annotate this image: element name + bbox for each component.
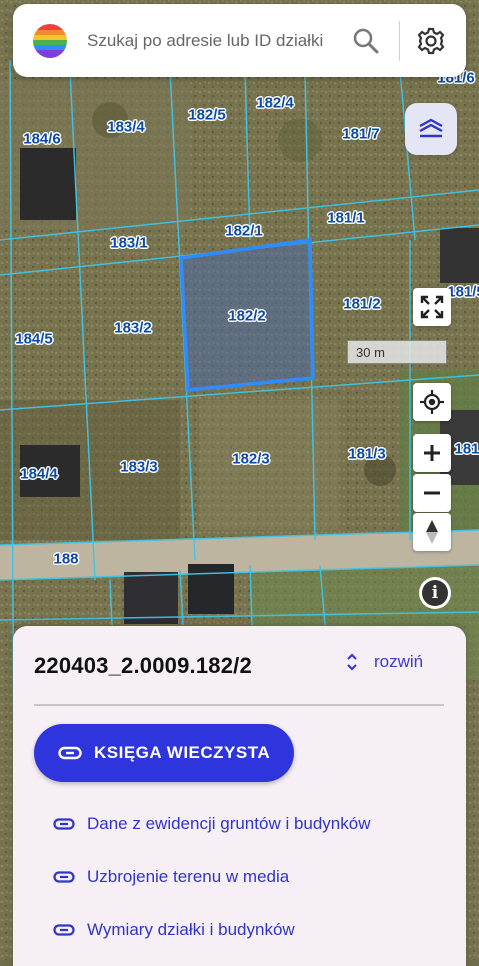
map-scale: 30 m	[347, 340, 447, 364]
link-label[interactable]: Uzbrojenie terenu w media	[87, 867, 289, 887]
parcel-label[interactable]: 182/1	[225, 223, 263, 240]
zoom-in-icon	[424, 445, 440, 461]
locate-icon	[420, 390, 444, 414]
parcel-label[interactable]: 182/4	[256, 95, 294, 112]
search-bar	[13, 4, 466, 77]
parcel-id-title: 220403_2.0009.182/2	[34, 653, 252, 678]
parcel-label[interactable]: 181/7	[342, 126, 380, 143]
expand-label[interactable]: rozwiń	[374, 652, 423, 672]
search-divider	[399, 20, 400, 61]
expand-chevrons-icon	[347, 653, 357, 671]
link-utilities[interactable]: Uzbrojenie terenu w media	[53, 867, 289, 887]
layers-icon	[419, 118, 443, 138]
panel-divider	[34, 704, 444, 706]
parcel-label[interactable]: 183/4	[107, 119, 145, 136]
link-icon	[53, 818, 75, 830]
info-button[interactable]: i	[419, 577, 451, 609]
parcel-label[interactable]: 181	[454, 441, 479, 458]
compass-button[interactable]	[413, 513, 451, 551]
info-icon: i	[422, 580, 448, 606]
link-label[interactable]: Dane z ewidencji gruntów i budynków	[87, 814, 371, 834]
parcel-label[interactable]: 184/6	[23, 131, 61, 148]
link-dimensions[interactable]: Wymiary działki i budynków	[53, 920, 295, 940]
rainbow-logo-icon[interactable]	[33, 23, 67, 58]
parcel-label-selected[interactable]: 182/2	[228, 308, 266, 325]
parcel-label[interactable]: 183/2	[114, 320, 152, 337]
zoom-out-button[interactable]	[413, 474, 451, 512]
parcel-panel: 220403_2.0009.182/2 rozwiń KSIĘGA WIECZY…	[13, 626, 466, 966]
expand-toggle[interactable]: rozwiń	[346, 652, 423, 672]
fullscreen-icon	[420, 295, 444, 319]
zoom-in-button[interactable]	[413, 434, 451, 472]
layers-button[interactable]	[405, 103, 457, 155]
parcel-label[interactable]: 183/3	[120, 459, 158, 476]
parcel-label[interactable]: 188	[53, 551, 78, 568]
land-register-label: KSIĘGA WIECZYSTA	[94, 743, 271, 762]
parcel-label[interactable]: 184/5	[15, 331, 53, 348]
link-label[interactable]: Wymiary działki i budynków	[87, 920, 295, 940]
compass-icon	[426, 520, 438, 544]
parcel-label[interactable]: 183/1	[110, 235, 148, 252]
parcel-label[interactable]: 184/4	[20, 466, 58, 483]
link-icon	[53, 871, 75, 883]
parcel-label[interactable]: 182/5	[188, 107, 226, 124]
parcel-label[interactable]: 182/3	[232, 451, 270, 468]
fullscreen-button[interactable]	[413, 288, 451, 326]
parcel-label[interactable]: 181/2	[343, 296, 381, 313]
search-input[interactable]	[85, 29, 351, 52]
link-icon	[53, 924, 75, 936]
parcel-label[interactable]: 181/3	[348, 446, 386, 463]
zoom-out-icon	[424, 491, 440, 495]
search-icon[interactable]	[351, 26, 381, 56]
link-land-registry-data[interactable]: Dane z ewidencji gruntów i budynków	[53, 814, 371, 834]
parcel-label[interactable]: 181/5	[447, 284, 479, 301]
parcel-label[interactable]: 181/1	[327, 210, 365, 227]
gear-icon[interactable]	[416, 26, 446, 56]
locate-button[interactable]	[413, 383, 451, 421]
link-icon	[58, 746, 82, 760]
land-register-button[interactable]: KSIĘGA WIECZYSTA	[34, 724, 294, 782]
